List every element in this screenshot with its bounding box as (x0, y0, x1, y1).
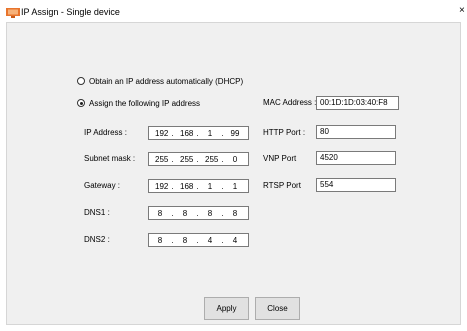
octet-separator: . (221, 154, 224, 164)
subnet-octet-2[interactable]: 255 (180, 155, 193, 164)
ip-octet-2[interactable]: 168 (180, 129, 193, 138)
rtsp-port-label: RTSP Port (263, 181, 301, 190)
http-port-field[interactable]: 80 (316, 125, 396, 139)
gateway-octet-1[interactable]: 192 (155, 182, 168, 191)
dns2-label: DNS2 : (84, 235, 110, 244)
gateway-octet-3[interactable]: 1 (205, 182, 215, 191)
octet-separator: . (171, 128, 174, 138)
dhcp-radio-option[interactable]: Obtain an IP address automatically (DHCP… (77, 75, 243, 87)
dialog-body: Obtain an IP address automatically (DHCP… (6, 22, 461, 325)
subnet-octet-3[interactable]: 255 (205, 155, 218, 164)
display-monitor-icon (6, 8, 20, 18)
static-ip-radio-option[interactable]: Assign the following IP address (77, 97, 200, 109)
vnp-port-field[interactable]: 4520 (316, 151, 396, 165)
gateway-octet-4[interactable]: 1 (230, 182, 240, 191)
subnet-octet-4[interactable]: 0 (230, 155, 240, 164)
subnet-octet-1[interactable]: 255 (155, 155, 168, 164)
octet-separator: . (221, 208, 224, 218)
dns2-octet-1[interactable]: 8 (155, 236, 165, 245)
mac-address-field: 00:1D:1D:03:40:F8 (316, 96, 399, 110)
dns1-label: DNS1 : (84, 208, 110, 217)
apply-button[interactable]: Apply (204, 297, 249, 320)
dns1-octet-3[interactable]: 8 (205, 209, 215, 218)
octet-separator: . (221, 128, 224, 138)
dhcp-radio-label: Obtain an IP address automatically (DHCP… (89, 76, 244, 86)
dns1-octet-1[interactable]: 8 (155, 209, 165, 218)
subnet-mask-input[interactable]: 255. 255. 255. 0 (148, 152, 249, 166)
rtsp-port-field[interactable]: 554 (316, 178, 396, 192)
gateway-octet-2[interactable]: 168 (180, 182, 193, 191)
dns2-input[interactable]: 8. 8. 4. 4 (148, 233, 249, 247)
octet-separator: . (196, 235, 199, 245)
dns1-input[interactable]: 8. 8. 8. 8 (148, 206, 249, 220)
static-ip-radio-label: Assign the following IP address (89, 98, 201, 108)
octet-separator: . (171, 154, 174, 164)
close-icon[interactable]: × (459, 6, 465, 16)
dhcp-radio[interactable] (77, 77, 85, 85)
dns2-octet-2[interactable]: 8 (180, 236, 190, 245)
octet-separator: . (196, 154, 199, 164)
octet-separator: . (171, 235, 174, 245)
mac-address-label: MAC Address : (263, 98, 317, 107)
title-bar: IP Assign - Single device × (0, 0, 467, 22)
octet-separator: . (196, 208, 199, 218)
subnet-mask-label: Subnet mask : (84, 154, 136, 163)
dns1-octet-2[interactable]: 8 (180, 209, 190, 218)
close-button[interactable]: Close (255, 297, 300, 320)
ip-octet-1[interactable]: 192 (155, 129, 168, 138)
octet-separator: . (221, 181, 224, 191)
gateway-input[interactable]: 192. 168. 1. 1 (148, 179, 249, 193)
ip-address-input[interactable]: 192. 168. 1. 99 (148, 126, 249, 140)
vnp-port-label: VNP Port (263, 154, 297, 163)
octet-separator: . (196, 128, 199, 138)
ip-octet-4[interactable]: 99 (230, 129, 240, 138)
octet-separator: . (171, 208, 174, 218)
dns1-octet-4[interactable]: 8 (230, 209, 240, 218)
static-ip-radio[interactable] (77, 99, 85, 107)
dns2-octet-4[interactable]: 4 (230, 236, 240, 245)
octet-separator: . (171, 181, 174, 191)
ip-address-label: IP Address : (84, 128, 127, 137)
dns2-octet-3[interactable]: 4 (205, 236, 215, 245)
ip-octet-3[interactable]: 1 (205, 129, 215, 138)
window-title: IP Assign - Single device (21, 7, 120, 17)
http-port-label: HTTP Port : (263, 128, 306, 137)
octet-separator: . (221, 235, 224, 245)
octet-separator: . (196, 181, 199, 191)
gateway-label: Gateway : (84, 181, 121, 190)
